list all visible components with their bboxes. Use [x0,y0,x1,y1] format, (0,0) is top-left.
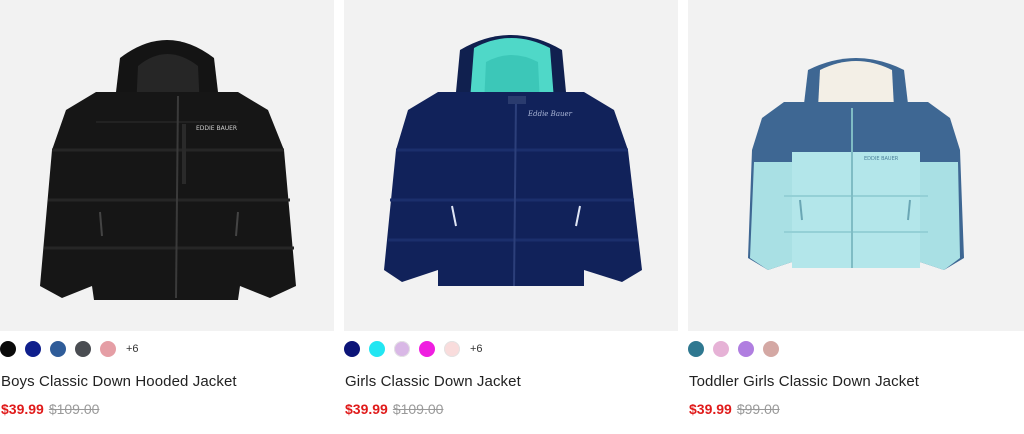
product-card-toddler-girls-jacket[interactable]: EDDIE BAUER Toddler Girls Classic Down J… [688,0,1024,434]
svg-text:EDDIE BAUER: EDDIE BAUER [864,156,899,162]
color-swatches: +6 [0,341,139,357]
product-image[interactable]: EDDIE BAUER [0,0,334,331]
color-swatch[interactable] [50,341,66,357]
color-swatch[interactable] [369,341,385,357]
product-grid: EDDIE BAUER +6 Boys Classic Down Hooded … [0,0,1024,434]
product-card-boys-jacket[interactable]: EDDIE BAUER +6 Boys Classic Down Hooded … [0,0,334,434]
product-title[interactable]: Girls Classic Down Jacket [345,373,521,390]
original-price: $109.00 [392,401,444,417]
product-price: $39.99 $99.00 [689,401,780,417]
more-colors-link[interactable]: +6 [126,343,139,355]
blue-jacket-image: EDDIE BAUER [748,58,964,270]
product-title[interactable]: Boys Classic Down Hooded Jacket [1,373,237,390]
navy-jacket-image: Eddie Bauer [384,35,642,287]
product-card-girls-jacket[interactable]: Eddie Bauer +6 Girls Classic Down Jacket… [344,0,678,434]
color-swatch[interactable] [344,341,360,357]
color-swatch[interactable] [738,341,754,357]
original-price: $99.00 [736,401,780,417]
product-price: $39.99 $109.00 [1,401,99,417]
color-swatch[interactable] [419,341,435,357]
original-price: $109.00 [48,401,100,417]
color-swatches: +6 [344,341,483,357]
sale-price: $39.99 [1,401,44,417]
color-swatch[interactable] [444,341,460,357]
color-swatch[interactable] [0,341,16,357]
sale-price: $39.99 [689,401,732,417]
product-price: $39.99 $109.00 [345,401,443,417]
product-title[interactable]: Toddler Girls Classic Down Jacket [689,373,919,390]
color-swatches [688,341,779,357]
color-swatch[interactable] [100,341,116,357]
color-swatch[interactable] [688,341,704,357]
sale-price: $39.99 [345,401,388,417]
color-swatch[interactable] [25,341,41,357]
black-jacket-image: EDDIE BAUER [40,40,296,300]
product-image[interactable]: Eddie Bauer [344,0,678,331]
color-swatch[interactable] [763,341,779,357]
color-swatch[interactable] [713,341,729,357]
svg-text:EDDIE BAUER: EDDIE BAUER [196,125,237,132]
product-image[interactable]: EDDIE BAUER [688,0,1024,331]
more-colors-link[interactable]: +6 [470,343,483,355]
color-swatch[interactable] [394,341,410,357]
svg-text:Eddie Bauer: Eddie Bauer [527,110,573,118]
color-swatch[interactable] [75,341,91,357]
